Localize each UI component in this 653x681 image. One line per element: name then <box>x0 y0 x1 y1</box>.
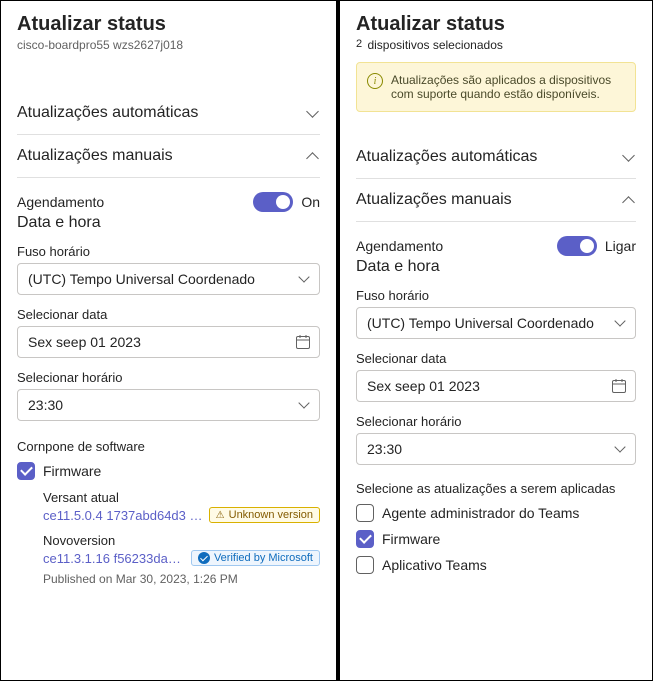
timezone-select[interactable]: (UTC) Tempo Universal Coordenado <box>356 307 636 339</box>
schedule-toggle[interactable] <box>557 236 597 256</box>
info-icon: i <box>367 73 383 89</box>
calendar-icon <box>295 334 311 350</box>
select-updates-label: Selecione as atualizações a serem aplica… <box>356 481 636 496</box>
teams-app-checkbox-row[interactable]: Aplicativo Teams <box>356 556 636 574</box>
banner-text: Atualizações são aplicados a dispositivo… <box>391 73 611 101</box>
chevron-up-icon <box>622 193 636 207</box>
timezone-select[interactable]: (UTC) Tempo Universal Coordenado <box>17 263 320 295</box>
date-value: Sex seep 01 2023 <box>367 378 480 394</box>
chevron-down-icon <box>615 443 627 455</box>
page-title: Atualizar status <box>356 13 636 36</box>
teams-agent-checkbox-row[interactable]: Agente administrador do Teams <box>356 504 636 522</box>
time-label: Selecionar horário <box>17 370 320 385</box>
chevron-down-icon <box>615 317 627 329</box>
toggle-state-label: On <box>301 194 320 210</box>
firmware-checkbox[interactable] <box>356 530 374 548</box>
date-value: Sex seep 01 2023 <box>28 334 141 350</box>
toggle-state-label: Ligar <box>605 238 636 254</box>
info-banner: i Atualizações são aplicados a dispositi… <box>356 62 636 112</box>
teams-agent-checkbox[interactable] <box>356 504 374 522</box>
firmware-checkbox[interactable] <box>17 462 35 480</box>
schedule-row: Agendamento On <box>17 192 320 212</box>
accordion-label: Atualizações automáticas <box>356 148 537 166</box>
new-version-value[interactable]: ce11.3.1.16 f56233da7d5 2... <box>43 551 185 566</box>
chevron-down-icon <box>622 150 636 164</box>
time-select[interactable]: 23:30 <box>17 389 320 421</box>
firmware-checkbox-row[interactable]: Firmware <box>356 530 636 548</box>
datetime-heading: Data e hora <box>17 214 320 232</box>
chevron-down-icon <box>306 106 320 120</box>
date-label: Selecionar data <box>356 351 636 366</box>
time-select[interactable]: 23:30 <box>356 433 636 465</box>
software-component-block: Cornpone de software Firmware Versant at… <box>17 439 320 586</box>
unknown-version-badge: Unknown version <box>209 507 320 523</box>
current-version-label: Versant atual <box>43 490 320 505</box>
teams-app-label: Aplicativo Teams <box>382 557 487 573</box>
selected-devices-count: 2 dispositivos selecionados <box>356 38 636 52</box>
chevron-up-icon <box>306 149 320 163</box>
date-label: Selecionar data <box>17 307 320 322</box>
accordion-label: Atualizações manuais <box>356 191 512 209</box>
page-title: Atualizar status <box>17 13 320 36</box>
accordion-manual-updates[interactable]: Atualizações manuais <box>356 179 636 222</box>
firmware-label: Firmware <box>43 463 101 479</box>
verified-icon <box>198 552 210 564</box>
device-name: cisco-boardpro55 wzs2627j018 <box>17 38 320 52</box>
timezone-value: (UTC) Tempo Universal Coordenado <box>28 271 255 287</box>
new-version-label: Novoversion <box>43 533 320 548</box>
published-date: Published on Mar 30, 2023, 1:26 PM <box>43 572 320 586</box>
chevron-down-icon <box>299 273 311 285</box>
time-value: 23:30 <box>28 397 63 413</box>
teams-agent-label: Agente administrador do Teams <box>382 505 579 521</box>
right-panel: Atualizar status 2 dispositivos selecion… <box>339 0 653 681</box>
accordion-label: Atualizações manuais <box>17 147 173 165</box>
chevron-down-icon <box>299 399 311 411</box>
verified-badge: Verified by Microsoft <box>191 550 320 566</box>
component-label: Cornpone de software <box>17 439 320 454</box>
accordion-label: Atualizações automáticas <box>17 104 198 122</box>
accordion-manual-updates[interactable]: Atualizações manuais <box>17 135 320 178</box>
time-value: 23:30 <box>367 441 402 457</box>
timezone-label: Fuso horário <box>356 288 636 303</box>
left-panel: Atualizar status cisco-boardpro55 wzs262… <box>0 0 337 681</box>
firmware-checkbox-row[interactable]: Firmware <box>17 462 320 480</box>
timezone-label: Fuso horário <box>17 244 320 259</box>
schedule-row: Agendamento Ligar <box>356 236 636 256</box>
date-input[interactable]: Sex seep 01 2023 <box>356 370 636 402</box>
date-input[interactable]: Sex seep 01 2023 <box>17 326 320 358</box>
schedule-label: Agendamento <box>17 194 104 210</box>
accordion-auto-updates[interactable]: Atualizações automáticas <box>17 92 320 135</box>
calendar-icon <box>611 378 627 394</box>
teams-app-checkbox[interactable] <box>356 556 374 574</box>
schedule-toggle[interactable] <box>253 192 293 212</box>
firmware-label: Firmware <box>382 531 440 547</box>
timezone-value: (UTC) Tempo Universal Coordenado <box>367 315 594 331</box>
time-label: Selecionar horário <box>356 414 636 429</box>
datetime-heading: Data e hora <box>356 258 636 276</box>
accordion-auto-updates[interactable]: Atualizações automáticas <box>356 136 636 179</box>
current-version-value[interactable]: ce11.5.0.4 1737abd64d3 2023... <box>43 508 203 523</box>
schedule-label: Agendamento <box>356 238 443 254</box>
